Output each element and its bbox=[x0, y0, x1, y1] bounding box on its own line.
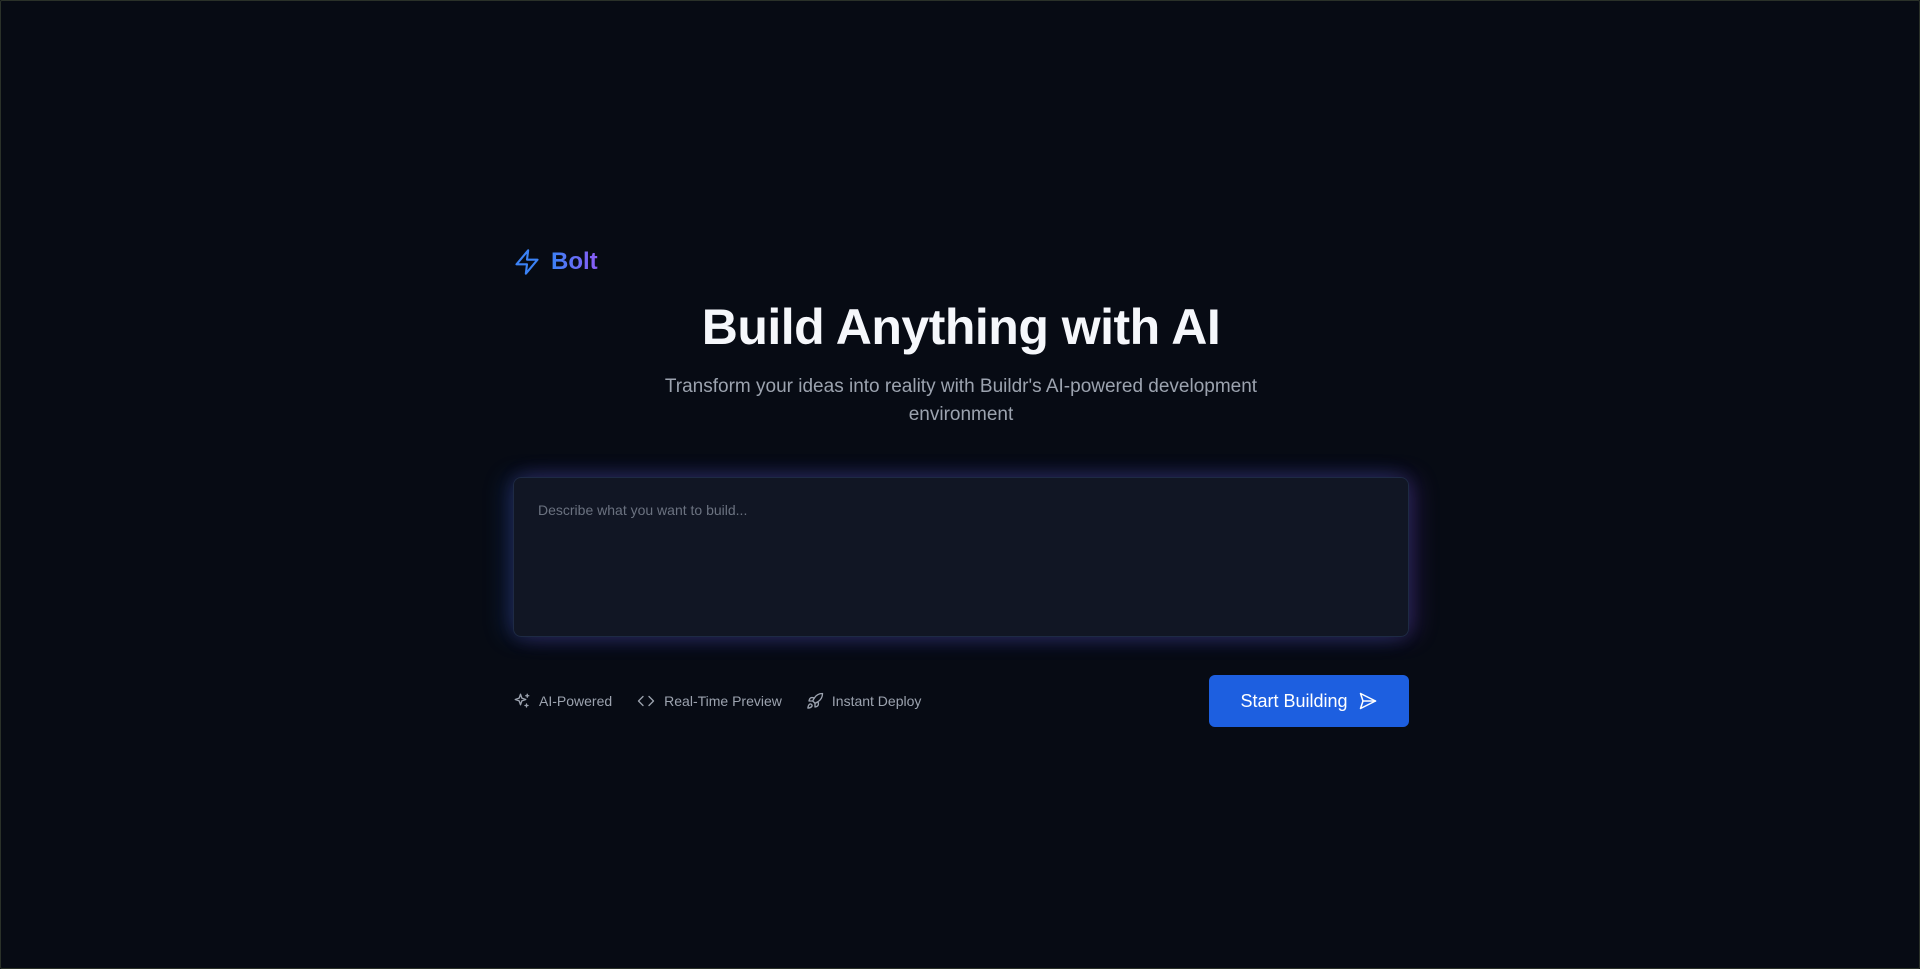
brand-name: Bolt bbox=[551, 245, 598, 279]
start-building-button[interactable]: Start Building bbox=[1209, 675, 1409, 727]
action-row: AI-Powered Real-Time Preview Instant Dep… bbox=[513, 675, 1409, 727]
feature-list: AI-Powered Real-Time Preview Instant Dep… bbox=[513, 692, 921, 710]
feature-instant-deploy: Instant Deploy bbox=[806, 692, 922, 710]
sparkles-icon bbox=[514, 693, 530, 708]
feature-label: AI-Powered bbox=[539, 693, 613, 709]
rocket-icon bbox=[807, 692, 824, 709]
page-title: Build Anything with AI bbox=[701, 299, 1221, 355]
bolt-icon bbox=[515, 249, 539, 275]
app-window: Bolt Build Anything with AI Transform yo… bbox=[0, 0, 1920, 969]
prompt-input[interactable] bbox=[513, 477, 1409, 637]
code-icon bbox=[637, 695, 655, 707]
feature-ai-powered: AI-Powered bbox=[513, 692, 612, 710]
main-content: Bolt Build Anything with AI Transform yo… bbox=[513, 245, 1409, 727]
feature-label: Real-Time Preview bbox=[664, 693, 782, 709]
feature-label: Instant Deploy bbox=[831, 693, 922, 709]
send-icon bbox=[1359, 692, 1376, 710]
brand-logo[interactable]: Bolt bbox=[513, 245, 1409, 279]
start-building-label: Start Building bbox=[1240, 690, 1348, 711]
feature-real-time-preview: Real-Time Preview bbox=[636, 692, 782, 710]
prompt-container bbox=[513, 477, 1409, 637]
page-subtitle: Transform your ideas into reality with B… bbox=[664, 376, 1258, 425]
